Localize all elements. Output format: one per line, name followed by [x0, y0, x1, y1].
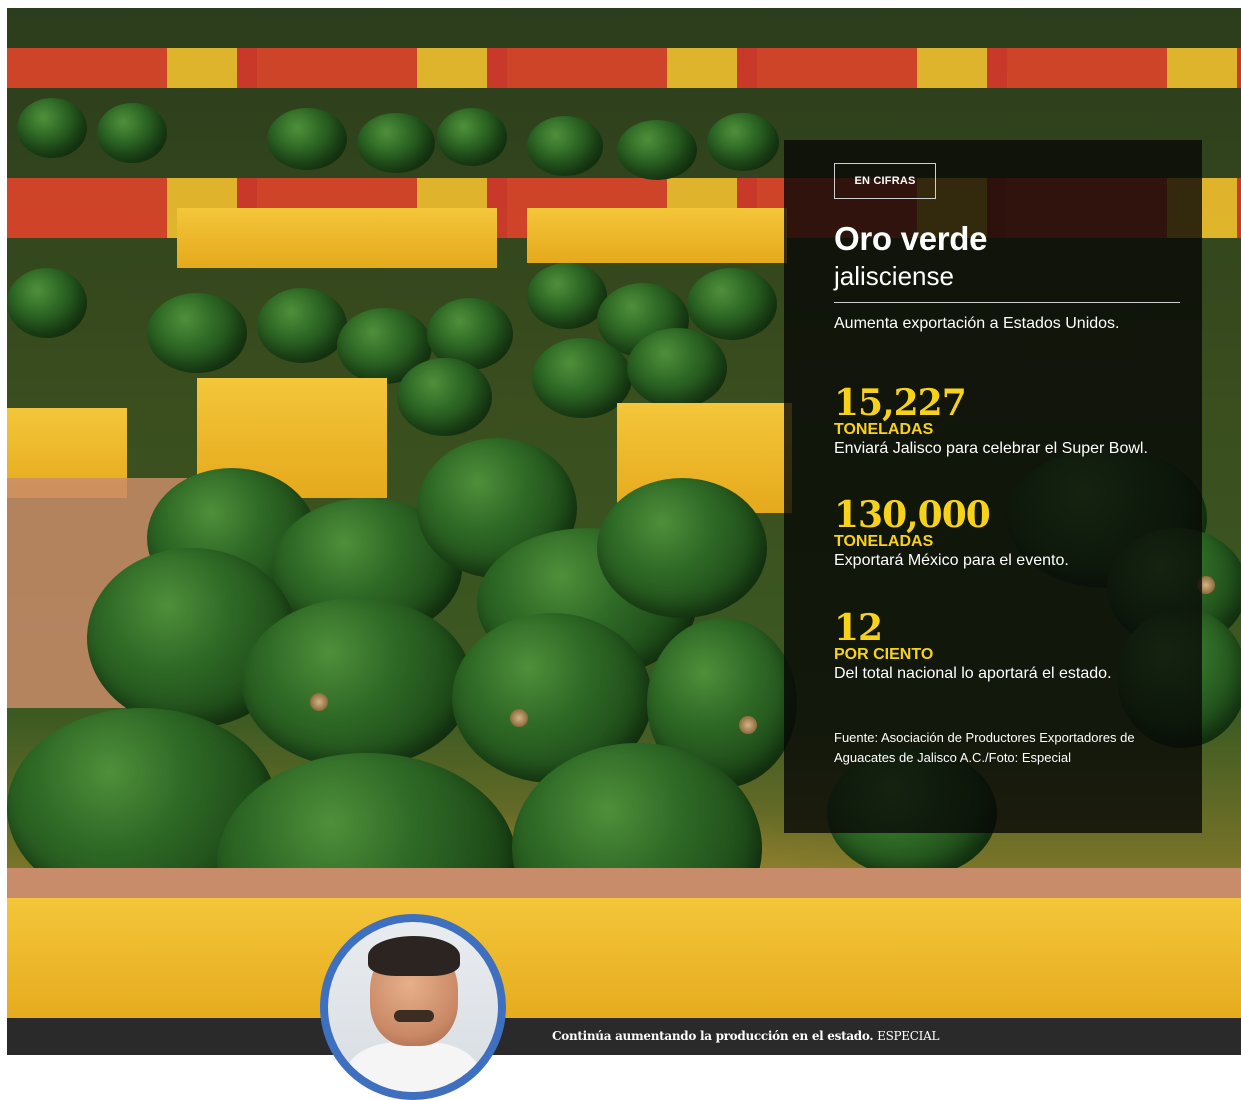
- source-line: Aguacates de Jalisco A.C./Foto: Especial: [834, 750, 1072, 765]
- avocado: [242, 598, 472, 768]
- caption-text: Continúa aumentando la producción en el …: [552, 1029, 874, 1043]
- avocado: [397, 358, 492, 436]
- stat-block: 15,227 TONELADAS Enviará Jalisco para ce…: [834, 385, 1194, 459]
- avocado: [437, 108, 507, 166]
- crate-wall-front: [7, 898, 1241, 1018]
- avocado: [7, 268, 87, 338]
- stat-description: Exportará México para el evento.: [834, 552, 1069, 569]
- stat-number: 12: [834, 607, 883, 649]
- avocado: [527, 116, 603, 176]
- divider: [834, 302, 1180, 303]
- panel-subtitle: jalisciense: [834, 261, 954, 291]
- stat-number: 15,227: [834, 382, 967, 424]
- info-panel: EN CIFRAS Oro verde jalisciense Aumenta …: [784, 140, 1202, 833]
- caption-credit: ESPECIAL: [877, 1029, 940, 1043]
- stat-number: 130,000: [834, 494, 991, 536]
- stat-unit: TONELADAS: [834, 533, 934, 550]
- stat-unit: POR CIENTO: [834, 646, 934, 663]
- panel-lead: Aumenta exportación a Estados Unidos.: [834, 315, 1120, 332]
- avocado-stem: [510, 709, 528, 727]
- avatar-shirt: [346, 1042, 480, 1092]
- section-tag: EN CIFRAS: [834, 163, 936, 199]
- source-line: Fuente: Asociación de Productores Export…: [834, 730, 1135, 745]
- avocado-stem: [310, 693, 328, 711]
- panel-title: Oro verde: [834, 220, 988, 257]
- photo-caption: Continúa aumentando la producción en el …: [552, 1029, 939, 1043]
- author-avatar: [320, 914, 506, 1100]
- avocado: [707, 113, 779, 171]
- crate-wall: [177, 208, 497, 268]
- avocado: [267, 108, 347, 170]
- avocado: [97, 103, 167, 163]
- stat-description: Enviará Jalisco para celebrar el Super B…: [834, 440, 1148, 457]
- avatar-mustache: [394, 1010, 434, 1022]
- avocado: [257, 288, 347, 363]
- stat-block: 130,000 TONELADAS Exportará México para …: [834, 497, 1194, 571]
- avocado-stem: [739, 716, 757, 734]
- crate-row-top: [7, 48, 1241, 88]
- stat-unit: TONELADAS: [834, 421, 934, 438]
- avatar-photo: [328, 922, 498, 1092]
- avocado: [597, 478, 767, 618]
- avocado: [627, 328, 727, 408]
- source-note: Fuente: Asociación de Productores Export…: [834, 728, 1194, 768]
- avocado: [147, 293, 247, 373]
- crate-wall: [527, 208, 787, 263]
- stat-description: Del total nacional lo aportará el estado…: [834, 665, 1112, 682]
- avocado: [617, 120, 697, 180]
- avatar-hair: [368, 936, 460, 976]
- avocado: [687, 268, 777, 340]
- avocado: [357, 113, 435, 173]
- stat-block: 12 POR CIENTO Del total nacional lo apor…: [834, 610, 1194, 684]
- avocado: [17, 98, 87, 158]
- avocado: [527, 263, 607, 329]
